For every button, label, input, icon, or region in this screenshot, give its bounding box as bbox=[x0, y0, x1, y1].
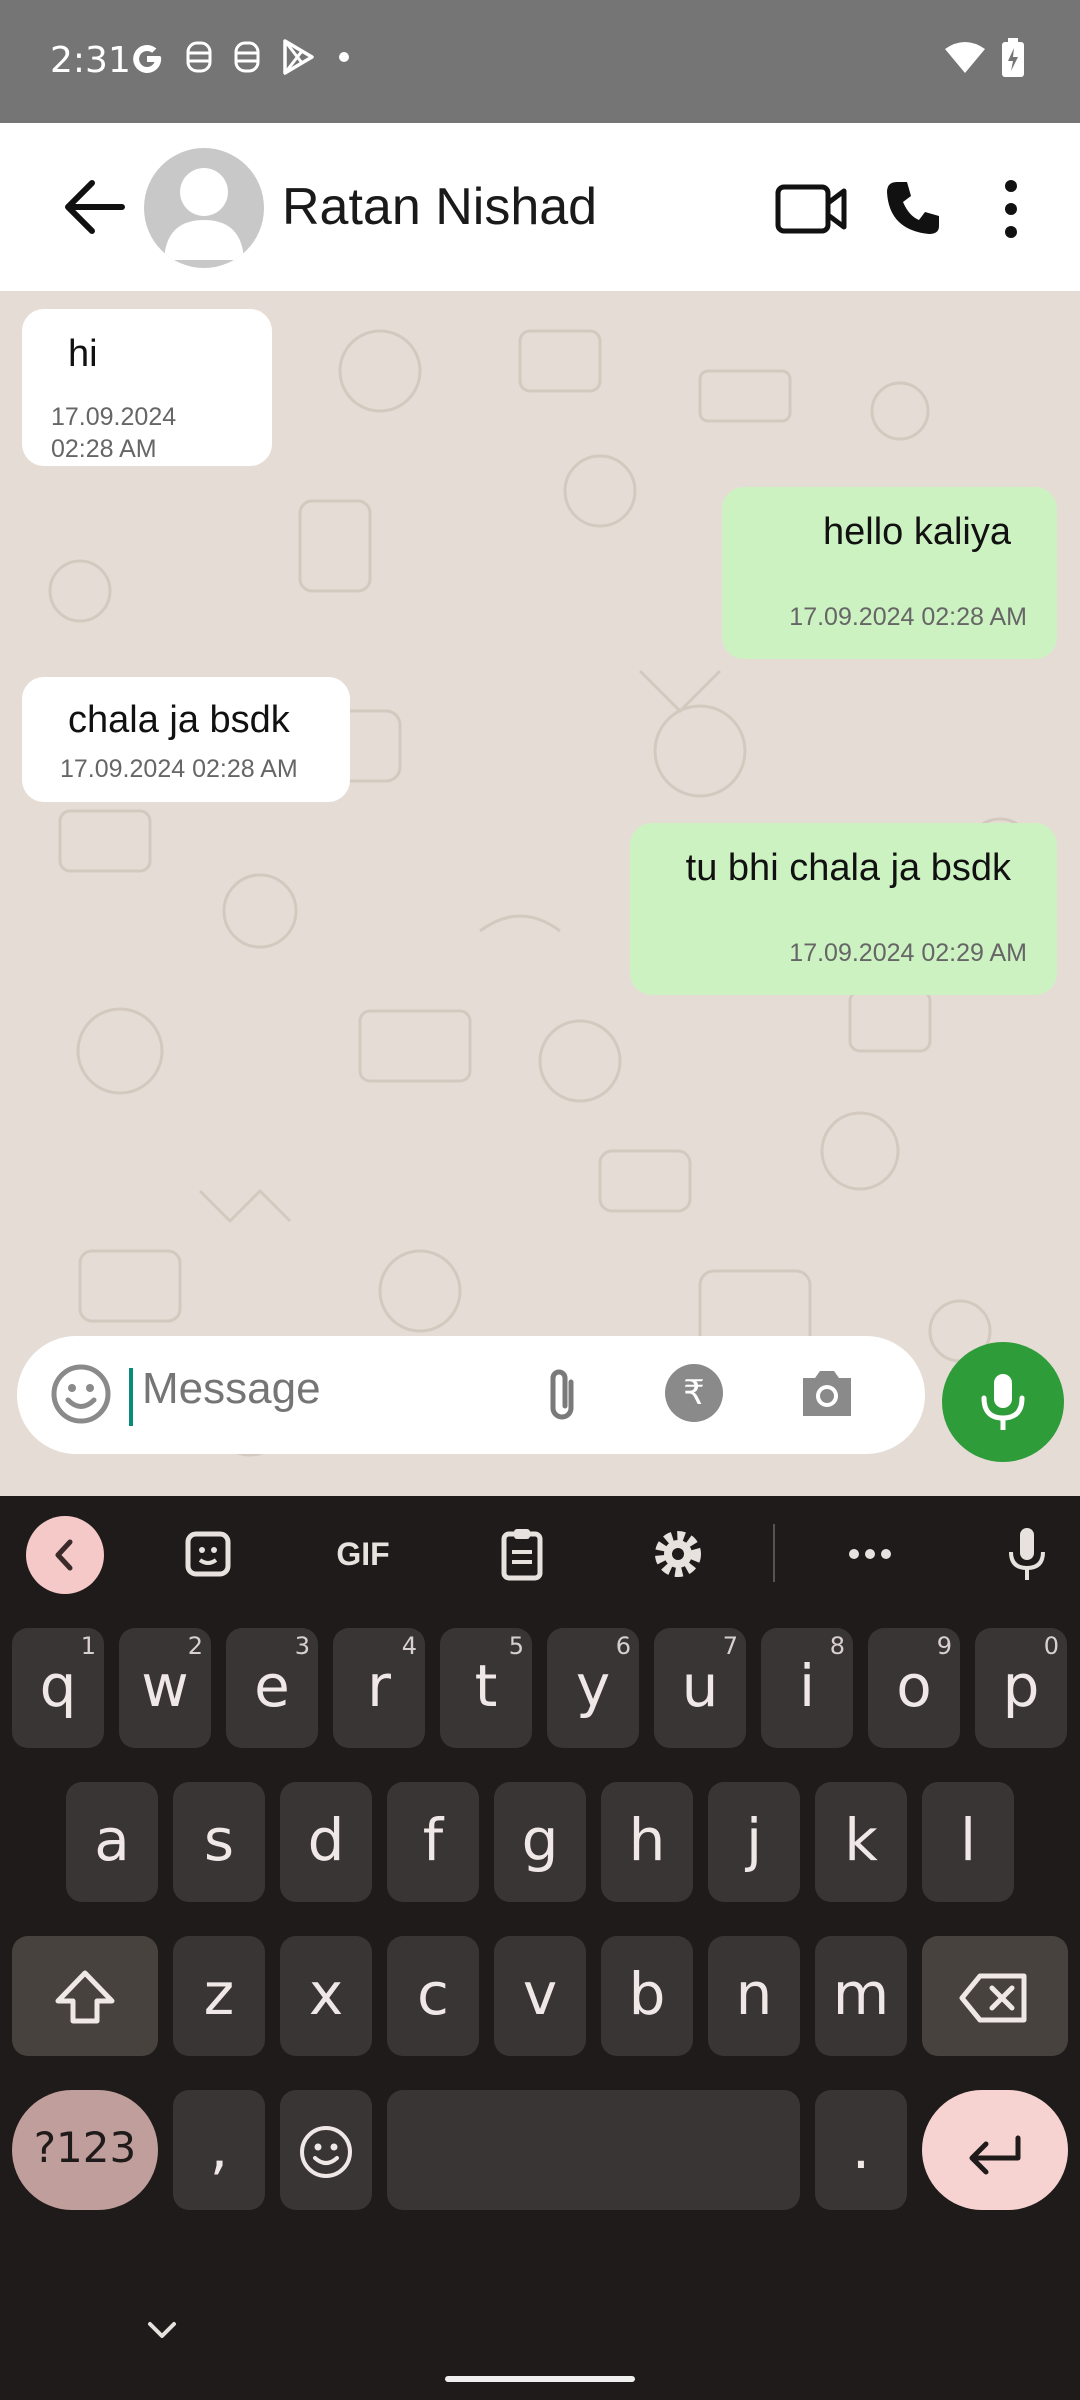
key-m[interactable]: m bbox=[815, 1936, 907, 2056]
message-composer: ₹ bbox=[0, 1331, 1080, 1492]
key-f[interactable]: f bbox=[387, 1782, 479, 1902]
settings-gear-icon[interactable] bbox=[646, 1522, 710, 1586]
gesture-navigation-bar[interactable] bbox=[445, 2376, 635, 2382]
attachment-icon[interactable] bbox=[537, 1364, 587, 1426]
more-vert-icon[interactable] bbox=[995, 178, 1027, 240]
key-u[interactable]: u7 bbox=[654, 1628, 746, 1748]
key-a[interactable]: a bbox=[66, 1782, 158, 1902]
message-text: chala ja bsdk bbox=[68, 699, 290, 741]
phone-icon[interactable] bbox=[883, 178, 943, 238]
status-bar: 2:31 bbox=[0, 0, 1080, 123]
chat-header: Ratan Nishad bbox=[0, 123, 1080, 291]
payment-button[interactable]: ₹ bbox=[665, 1364, 723, 1422]
key-j[interactable]: j bbox=[708, 1782, 800, 1902]
key-n[interactable]: n bbox=[708, 1936, 800, 2056]
contact-name[interactable]: Ratan Nishad bbox=[282, 177, 597, 237]
key-b[interactable]: b bbox=[601, 1936, 693, 2056]
microphone-icon bbox=[981, 1374, 1025, 1430]
key-t[interactable]: t5 bbox=[440, 1628, 532, 1748]
camera-icon[interactable] bbox=[797, 1366, 857, 1422]
voice-input-icon[interactable] bbox=[995, 1522, 1059, 1586]
chat-area[interactable]: hi 17.09.2024 02:28 AM hello kaliya 17.0… bbox=[0, 291, 1080, 1496]
key-p[interactable]: p0 bbox=[975, 1628, 1067, 1748]
dot-icon bbox=[339, 52, 349, 62]
emoji-key[interactable] bbox=[280, 2090, 372, 2210]
key-h[interactable]: h bbox=[601, 1782, 693, 1902]
key-e[interactable]: e3 bbox=[226, 1628, 318, 1748]
chevron-down-icon[interactable] bbox=[140, 2314, 184, 2344]
message-date: 17.09.2024 bbox=[51, 403, 177, 431]
text-cursor bbox=[129, 1368, 133, 1426]
key-k[interactable]: k bbox=[815, 1782, 907, 1902]
video-call-icon[interactable] bbox=[775, 183, 847, 235]
message-text: hello kaliya bbox=[823, 511, 1011, 553]
notification-icon bbox=[234, 41, 260, 73]
key-d[interactable]: d bbox=[280, 1782, 372, 1902]
backspace-key[interactable] bbox=[922, 1936, 1068, 2056]
google-icon bbox=[133, 45, 162, 74]
toolbar-divider bbox=[773, 1524, 775, 1582]
space-key[interactable] bbox=[387, 2090, 800, 2210]
incoming-message[interactable]: hi 17.09.2024 02:28 AM bbox=[22, 309, 272, 466]
status-time: 2:31 bbox=[50, 40, 131, 81]
shift-key[interactable] bbox=[12, 1936, 158, 2056]
emoji-icon[interactable] bbox=[50, 1363, 112, 1425]
message-timestamp: 17.09.2024 02:28 AM bbox=[60, 755, 298, 783]
key-r[interactable]: r4 bbox=[333, 1628, 425, 1748]
message-timestamp: 17.09.2024 02:29 AM bbox=[789, 939, 1027, 967]
message-text: hi bbox=[68, 333, 98, 375]
key-c[interactable]: c bbox=[387, 1936, 479, 2056]
battery-icon bbox=[1002, 38, 1024, 77]
key-q[interactable]: q1 bbox=[12, 1628, 104, 1748]
back-arrow-icon[interactable] bbox=[60, 177, 130, 237]
enter-key[interactable] bbox=[922, 2090, 1068, 2210]
gif-button[interactable]: GIF bbox=[328, 1522, 398, 1586]
outgoing-message[interactable]: tu bhi chala ja bsdk 17.09.2024 02:29 AM bbox=[630, 823, 1057, 995]
key-z[interactable]: z bbox=[173, 1936, 265, 2056]
message-timestamp: 17.09.2024 02:28 AM bbox=[789, 603, 1027, 631]
key-l[interactable]: l bbox=[922, 1782, 1014, 1902]
outgoing-message[interactable]: hello kaliya 17.09.2024 02:28 AM bbox=[722, 487, 1057, 659]
wifi-icon bbox=[945, 42, 985, 73]
keyboard-toolbar: GIF bbox=[0, 1496, 1080, 1611]
sticker-icon[interactable] bbox=[176, 1522, 240, 1586]
key-comma[interactable]: , bbox=[173, 2090, 265, 2210]
message-input[interactable] bbox=[142, 1364, 502, 1414]
enter-icon bbox=[969, 2135, 1021, 2175]
avatar-icon bbox=[164, 168, 244, 260]
key-v[interactable]: v bbox=[494, 1936, 586, 2056]
message-time: 02:28 AM bbox=[51, 435, 157, 463]
key-y[interactable]: y6 bbox=[547, 1628, 639, 1748]
notification-icons bbox=[128, 38, 354, 76]
more-horiz-icon[interactable] bbox=[838, 1522, 902, 1586]
clipboard-icon[interactable] bbox=[490, 1522, 554, 1586]
avatar[interactable] bbox=[144, 148, 264, 268]
key-o[interactable]: o9 bbox=[868, 1628, 960, 1748]
shift-icon bbox=[55, 1970, 115, 2024]
message-input-container: ₹ bbox=[17, 1336, 925, 1454]
key-s[interactable]: s bbox=[173, 1782, 265, 1902]
system-icons bbox=[945, 38, 1025, 78]
incoming-message[interactable]: chala ja bsdk 17.09.2024 02:28 AM bbox=[22, 677, 350, 802]
key-w[interactable]: w2 bbox=[119, 1628, 211, 1748]
emoji-icon bbox=[300, 2125, 352, 2178]
backspace-icon bbox=[959, 1973, 1027, 2023]
voice-message-button[interactable] bbox=[942, 1342, 1064, 1462]
message-text: tu bhi chala ja bsdk bbox=[685, 847, 1011, 889]
key-period[interactable]: . bbox=[815, 2090, 907, 2210]
key-x[interactable]: x bbox=[280, 1936, 372, 2056]
play-store-icon bbox=[283, 39, 314, 75]
chevron-left-icon bbox=[55, 1539, 73, 1571]
symbols-key[interactable]: ?123 bbox=[12, 2090, 158, 2210]
notification-icon bbox=[186, 41, 212, 73]
keyboard-back-button[interactable] bbox=[26, 1516, 104, 1594]
key-i[interactable]: i8 bbox=[761, 1628, 853, 1748]
key-g[interactable]: g bbox=[494, 1782, 586, 1902]
keyboard: GIF q1 w2 e3 r4 t5 y6 u7 i8 o9 p0 a s d … bbox=[0, 1496, 1080, 2400]
